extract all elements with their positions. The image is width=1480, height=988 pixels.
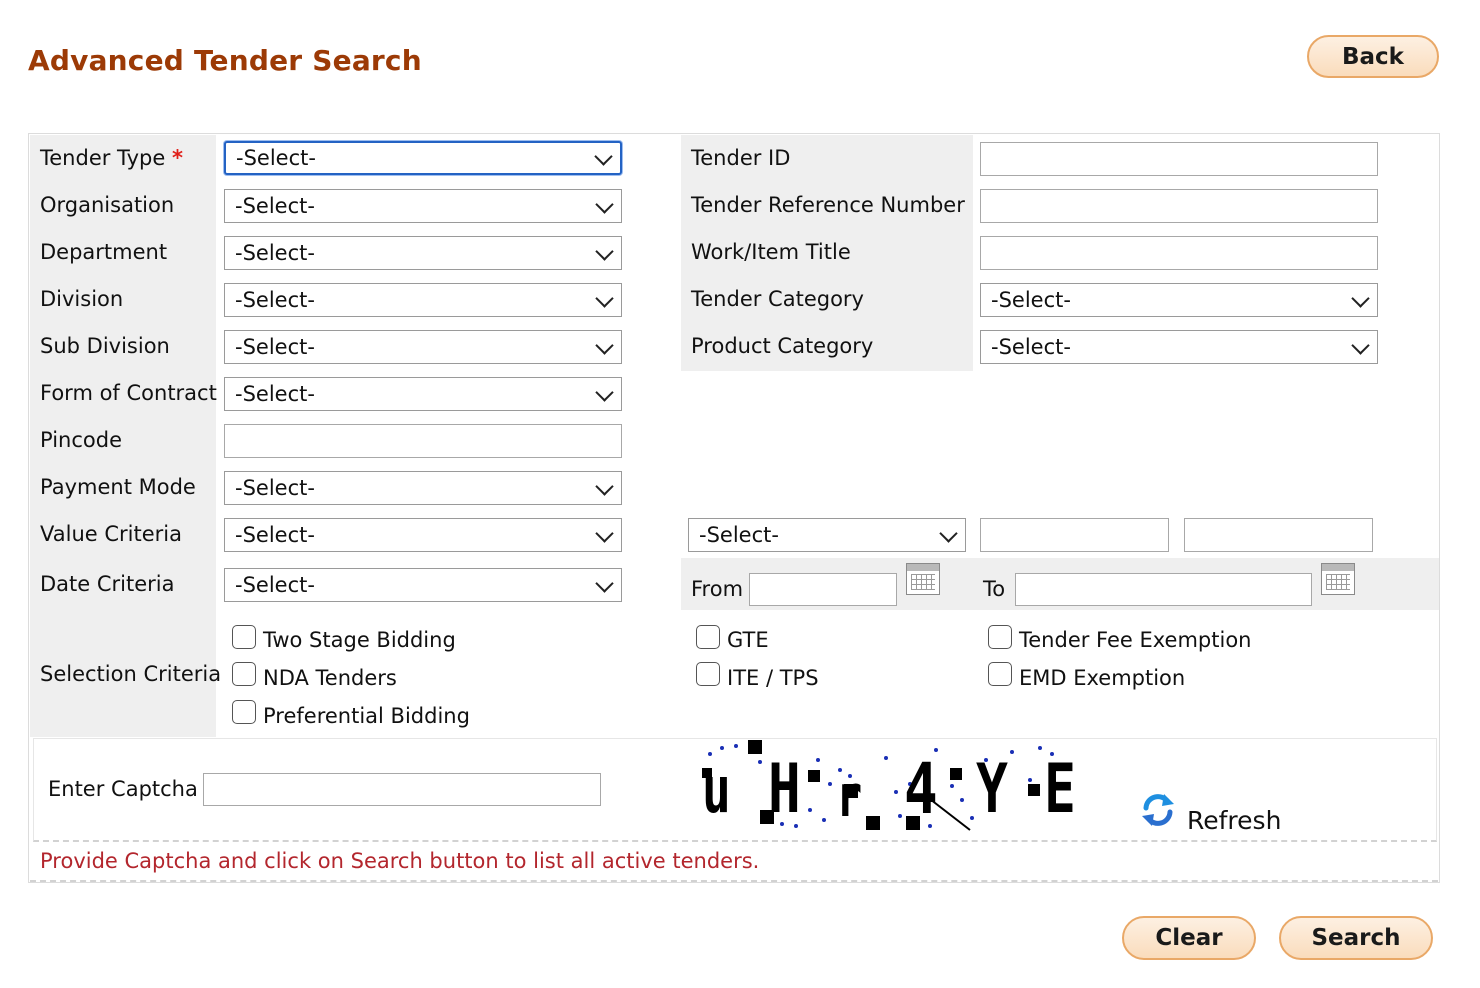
info-message: Provide Captcha and click on Search butt… <box>40 849 760 873</box>
organisation-value: -Select- <box>235 194 315 218</box>
chevron-down-icon <box>595 524 614 543</box>
value-from-input[interactable] <box>980 518 1169 552</box>
department-label: Department <box>40 240 168 264</box>
refresh-icon[interactable] <box>1140 792 1176 828</box>
captcha-image: u H r 4 Y E <box>700 740 1095 832</box>
tender-type-select[interactable]: -Select- <box>224 141 622 175</box>
division-label: Division <box>40 287 124 311</box>
tender-category-select[interactable]: -Select- <box>980 283 1378 317</box>
date-to-input[interactable] <box>1015 573 1312 606</box>
tender-reference-number-input[interactable] <box>980 189 1378 223</box>
search-button[interactable]: Search <box>1279 916 1433 960</box>
division-value: -Select- <box>235 288 315 312</box>
value-criteria-label: Value Criteria <box>40 522 182 546</box>
form-of-contract-value: -Select- <box>235 382 315 406</box>
preferential-bidding-label: Preferential Bidding <box>263 704 470 728</box>
pincode-input[interactable] <box>224 424 622 458</box>
division-select[interactable]: -Select- <box>224 283 622 317</box>
chevron-down-icon <box>595 336 614 355</box>
refresh-link[interactable]: Refresh <box>1187 806 1281 835</box>
chevron-down-icon <box>595 289 614 308</box>
product-category-label: Product Category <box>691 334 874 358</box>
gte-checkbox[interactable] <box>696 625 720 649</box>
payment-mode-label: Payment Mode <box>40 475 196 499</box>
chevron-down-icon <box>595 574 614 593</box>
tender-fee-exemption-checkbox[interactable] <box>988 625 1012 649</box>
tender-category-label: Tender Category <box>691 287 864 311</box>
chevron-down-icon <box>595 195 614 214</box>
chevron-down-icon <box>595 383 614 402</box>
tender-reference-number-label: Tender Reference Number <box>691 193 965 217</box>
page-title: Advanced Tender Search <box>28 44 422 77</box>
date-to-label: To <box>983 577 1006 601</box>
value-operator-value: -Select- <box>699 523 779 547</box>
ite-tps-label: ITE / TPS <box>727 666 819 690</box>
sub-division-select[interactable]: -Select- <box>224 330 622 364</box>
value-operator-select[interactable]: -Select- <box>688 518 966 552</box>
value-criteria-select[interactable]: -Select- <box>224 518 622 552</box>
organisation-label: Organisation <box>40 193 175 217</box>
chevron-down-icon <box>595 477 614 496</box>
emd-exemption-checkbox[interactable] <box>988 662 1012 686</box>
two-stage-bidding-label: Two Stage Bidding <box>263 628 456 652</box>
form-of-contract-label: Form of Contract <box>40 381 217 405</box>
chevron-down-icon <box>595 242 614 261</box>
nda-tenders-checkbox[interactable] <box>232 662 256 686</box>
date-criteria-value: -Select- <box>235 573 315 597</box>
payment-mode-select[interactable]: -Select- <box>224 471 622 505</box>
two-stage-bidding-checkbox[interactable] <box>232 625 256 649</box>
captcha-input[interactable] <box>203 773 601 806</box>
calendar-icon[interactable] <box>906 563 940 595</box>
work-item-title-input[interactable] <box>980 236 1378 270</box>
department-value: -Select- <box>235 241 315 265</box>
payment-mode-value: -Select- <box>235 476 315 500</box>
ite-tps-checkbox[interactable] <box>696 662 720 686</box>
required-marker: * <box>171 146 183 170</box>
sub-division-value: -Select- <box>235 335 315 359</box>
product-category-value: -Select- <box>991 335 1071 359</box>
date-criteria-select[interactable]: -Select- <box>224 568 622 602</box>
organisation-select[interactable]: -Select- <box>224 189 622 223</box>
tender-id-label: Tender ID <box>691 146 791 170</box>
date-criteria-label: Date Criteria <box>40 572 175 596</box>
tender-type-value: -Select- <box>236 146 316 170</box>
back-button[interactable]: Back <box>1307 35 1439 78</box>
value-criteria-value: -Select- <box>235 523 315 547</box>
product-category-select[interactable]: -Select- <box>980 330 1378 364</box>
tender-type-label: Tender Type * <box>40 146 183 170</box>
sub-division-label: Sub Division <box>40 334 170 358</box>
emd-exemption-label: EMD Exemption <box>1019 666 1186 690</box>
chevron-down-icon <box>939 524 958 543</box>
captcha-label: Enter Captcha <box>48 777 198 801</box>
preferential-bidding-checkbox[interactable] <box>232 700 256 724</box>
tender-id-input[interactable] <box>980 142 1378 176</box>
tender-fee-exemption-label: Tender Fee Exemption <box>1019 628 1252 652</box>
date-from-label: From <box>691 577 744 601</box>
department-select[interactable]: -Select- <box>224 236 622 270</box>
chevron-down-icon <box>1351 336 1370 355</box>
gte-label: GTE <box>727 628 769 652</box>
tender-category-value: -Select- <box>991 288 1071 312</box>
nda-tenders-label: NDA Tenders <box>263 666 397 690</box>
date-from-input[interactable] <box>749 573 897 606</box>
value-to-input[interactable] <box>1184 518 1373 552</box>
calendar-icon[interactable] <box>1321 563 1355 595</box>
form-of-contract-select[interactable]: -Select- <box>224 377 622 411</box>
chevron-down-icon <box>594 147 613 166</box>
pincode-label: Pincode <box>40 428 122 452</box>
work-item-title-label: Work/Item Title <box>691 240 851 264</box>
clear-button[interactable]: Clear <box>1122 916 1256 960</box>
selection-criteria-label: Selection Criteria <box>40 662 222 686</box>
chevron-down-icon <box>1351 289 1370 308</box>
